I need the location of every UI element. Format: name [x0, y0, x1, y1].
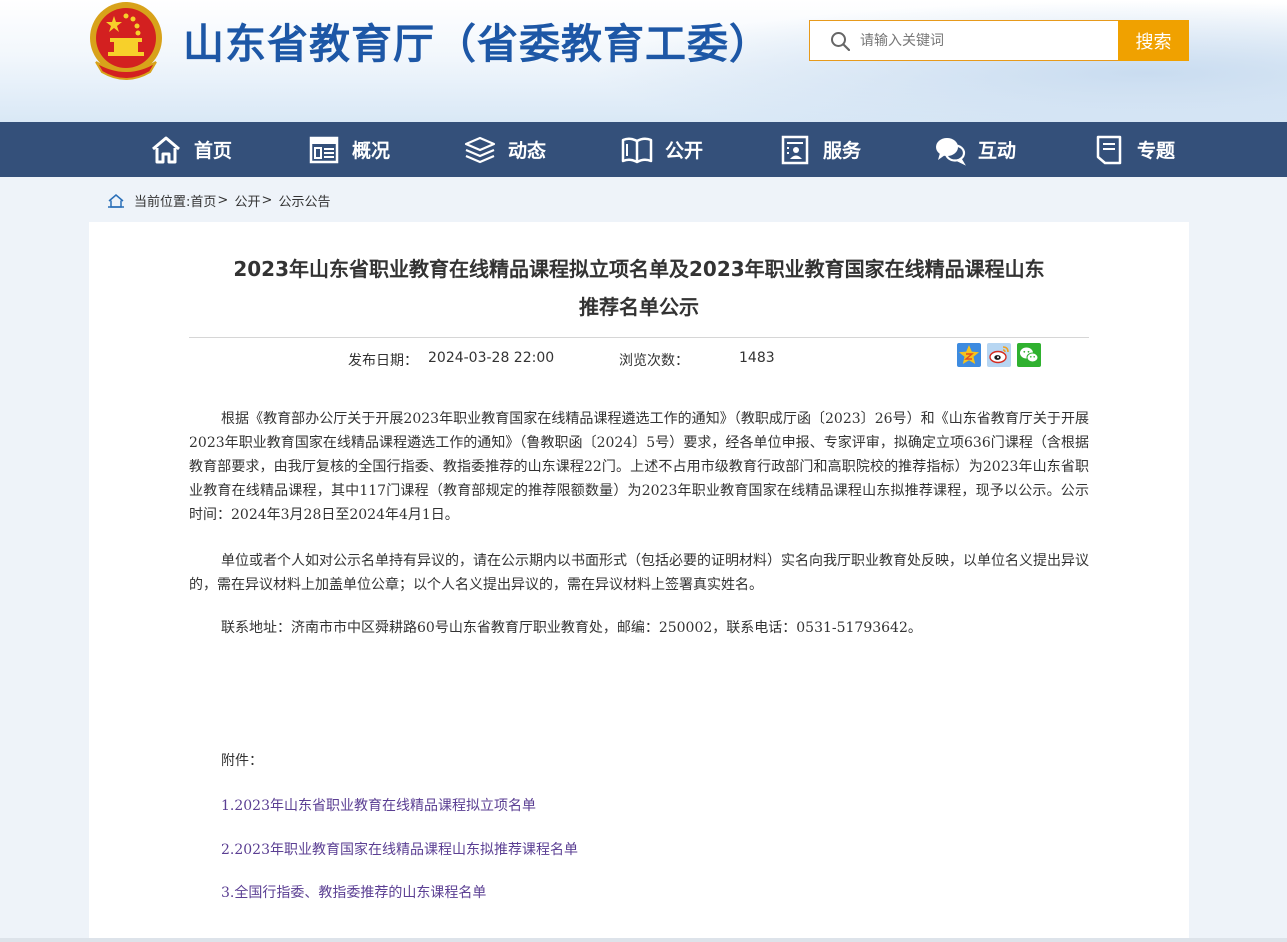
nav-item-label: 专题: [1137, 140, 1176, 162]
article-paragraph: 单位或者个人如对公示名单持有异议的，请在公示期内以书面形式（包括必要的证明材料）…: [189, 553, 1089, 593]
breadcrumb-item-open[interactable]: 公开: [234, 191, 260, 210]
nav-item-service[interactable]: 服务: [779, 122, 861, 177]
publish-date: 2024-03-28 22:00: [428, 350, 555, 366]
article-paragraph: 联系地址：济南市市中区舜耕路60号山东省教育厅职业教育处，邮编：250002，联…: [221, 620, 922, 636]
service-icon: [781, 135, 809, 164]
overview-icon: [309, 136, 339, 163]
page-bottom-edge: [0, 938, 1287, 942]
topic-icon: [1096, 135, 1122, 164]
view-count: 1483: [739, 350, 775, 366]
article-title: 2023年山东省职业教育在线精品课程拟立项名单及2023年职业教育国家在线精品课…: [89, 250, 1189, 326]
view-count-label: 浏览次数：: [619, 353, 689, 369]
news-stack-icon: [464, 136, 496, 163]
wechat-share-icon[interactable]: [1017, 343, 1041, 367]
nav-item-news[interactable]: 动态: [464, 122, 546, 177]
breadcrumb-item-home[interactable]: 首页: [190, 191, 216, 210]
attachment-link-1[interactable]: 1.2023年山东省职业教育在线精品课程拟立项名单: [221, 795, 536, 815]
nav-item-home[interactable]: 首页: [150, 122, 232, 177]
article-panel: 2023年山东省职业教育在线精品课程拟立项名单及2023年职业教育国家在线精品课…: [89, 222, 1189, 942]
breadcrumb-home-icon: [108, 193, 124, 208]
breadcrumb: 当前位置: 首页 > 公开 > 公示公告: [108, 191, 331, 210]
nav-item-topic[interactable]: 专题: [1093, 122, 1175, 177]
article-title-line2: 推荐名单公示: [579, 295, 699, 319]
chat-icon: [936, 137, 966, 166]
search-box: [809, 20, 1119, 61]
home-icon: [152, 136, 180, 163]
nav-item-interact[interactable]: 互动: [934, 122, 1016, 177]
weibo-share-icon[interactable]: [987, 343, 1011, 367]
open-book-icon: [621, 136, 653, 163]
title-divider: [189, 337, 1089, 338]
publish-date-label: 发布日期：: [348, 353, 418, 369]
nav-item-label: 动态: [508, 140, 547, 162]
nav-item-open[interactable]: 公开: [621, 122, 703, 177]
article-paragraph: 根据《教育部办公厅关于开展2023年职业教育国家在线精品课程遴选工作的通知》（教…: [189, 411, 1089, 523]
qzone-share-icon[interactable]: [957, 343, 981, 367]
site-title: 山东省教育厅（省委教育工委）: [183, 20, 771, 68]
nav-item-label: 互动: [978, 140, 1017, 162]
search-icon: [831, 32, 850, 51]
main-nav: 首页 概况 动态 公开 服务 互动 专题: [0, 122, 1287, 177]
nav-item-label: 服务: [823, 140, 862, 162]
search-button[interactable]: 搜索: [1118, 20, 1189, 61]
breadcrumb-separator: >: [261, 193, 273, 208]
attachments-label: 附件：: [221, 753, 263, 769]
attachment-link-2[interactable]: 2.2023年职业教育国家在线精品课程山东拟推荐课程名单: [221, 839, 578, 859]
site-header: 山东省教育厅（省委教育工委） 搜索: [0, 0, 1287, 122]
nav-item-label: 概况: [352, 140, 391, 162]
article-title-line1: 2023年山东省职业教育在线精品课程拟立项名单及2023年职业教育国家在线精品课…: [233, 257, 1045, 281]
attachment-link-3[interactable]: 3.全国行指委、教指委推荐的山东课程名单: [221, 882, 486, 902]
search-input[interactable]: [860, 27, 1110, 55]
nav-item-overview[interactable]: 概况: [308, 122, 390, 177]
nav-item-label: 公开: [665, 140, 704, 162]
nav-item-label: 首页: [194, 140, 233, 162]
national-emblem-icon: [90, 2, 162, 80]
breadcrumb-item-notice[interactable]: 公示公告: [279, 191, 331, 210]
breadcrumb-separator: >: [217, 193, 229, 208]
breadcrumb-prefix: 当前位置:: [134, 195, 191, 210]
